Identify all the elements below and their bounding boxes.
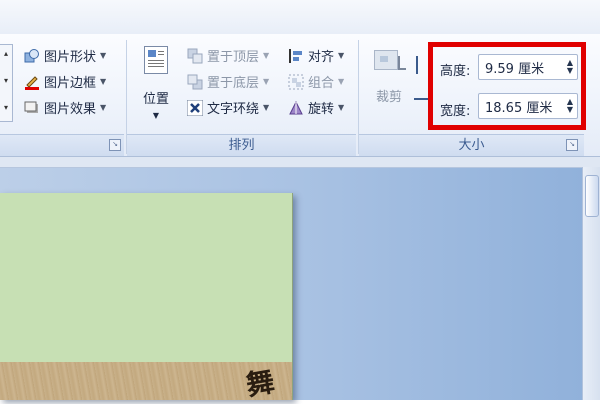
picture-effects-label: 图片效果	[44, 102, 97, 117]
rotate-icon	[288, 100, 304, 116]
size-group-footer: 大小	[359, 134, 584, 156]
text-wrap-button[interactable]: 文字环绕 ▼	[186, 98, 270, 117]
picture-shape-button[interactable]: 图片形状 ▼	[24, 46, 106, 65]
position-button[interactable]: 位置 ▼	[136, 46, 176, 120]
send-to-back-label: 置于底层	[207, 76, 260, 91]
pen-icon	[24, 74, 40, 90]
dropdown-arrow-icon: ▼	[263, 103, 270, 112]
crop-label: 裁剪	[375, 90, 402, 105]
picture-styles-dialog-launcher[interactable]: ↘	[109, 139, 121, 151]
crop-button[interactable]: 裁剪	[366, 46, 412, 105]
bring-to-front-button[interactable]: 置于顶层 ▼	[187, 46, 269, 65]
picture-border-button[interactable]: 图片边框 ▼	[24, 72, 106, 91]
align-icon	[288, 48, 304, 64]
gallery-up-icon[interactable]: ▴	[0, 49, 12, 58]
dropdown-arrow-icon: ▼	[338, 51, 345, 60]
title-bar	[0, 0, 600, 35]
picture-border-label: 图片边框	[44, 76, 97, 91]
ruler	[0, 157, 600, 168]
position-label: 位置	[142, 92, 169, 107]
rotate-label: 旋转	[308, 102, 335, 117]
dropdown-arrow-icon: ▼	[100, 103, 107, 112]
rotate-button[interactable]: 旋转 ▼	[288, 98, 344, 117]
align-button[interactable]: 对齐 ▼	[288, 46, 344, 65]
send-to-back-button[interactable]: 置于底层 ▼	[187, 72, 269, 91]
dropdown-arrow-icon: ▼	[100, 51, 107, 60]
crop-icon	[372, 46, 406, 72]
group-icon	[288, 74, 304, 90]
group-label: 组合	[308, 76, 335, 91]
picture-shape-label: 图片形状	[44, 50, 97, 65]
width-icon	[414, 98, 428, 110]
bring-to-front-label: 置于顶层	[207, 50, 260, 65]
position-icon	[144, 46, 168, 74]
gallery-more-icon[interactable]: ▾	[0, 103, 12, 112]
arrange-group-footer: 排列	[127, 134, 356, 156]
dropdown-arrow-icon: ▼	[152, 111, 160, 120]
shape-icon	[24, 48, 40, 64]
group-button[interactable]: 组合 ▼	[288, 72, 344, 91]
size-dialog-launcher[interactable]: ↘	[566, 139, 578, 151]
dropdown-arrow-icon: ▼	[263, 77, 270, 86]
height-icon	[416, 56, 428, 74]
text-wrap-icon	[186, 99, 204, 116]
dropdown-arrow-icon: ▼	[100, 77, 107, 86]
vertical-scrollbar[interactable]	[582, 167, 600, 400]
dropdown-arrow-icon: ▼	[338, 77, 345, 86]
send-back-icon	[187, 74, 203, 90]
picture-styles-footer	[0, 134, 124, 156]
scrollbar-thumb[interactable]	[585, 175, 599, 217]
dropdown-arrow-icon: ▼	[263, 51, 270, 60]
gallery-down-icon[interactable]: ▾	[0, 76, 12, 85]
bring-front-icon	[187, 48, 203, 64]
picture-effects-button[interactable]: 图片效果 ▼	[24, 98, 106, 117]
align-label: 对齐	[308, 50, 335, 65]
highlight-box	[428, 42, 586, 130]
dropdown-arrow-icon: ▼	[338, 103, 345, 112]
effects-icon	[24, 100, 40, 116]
text-wrap-label: 文字环绕	[207, 102, 260, 117]
gallery-scroll[interactable]: ▴ ▾ ▾	[0, 44, 13, 122]
